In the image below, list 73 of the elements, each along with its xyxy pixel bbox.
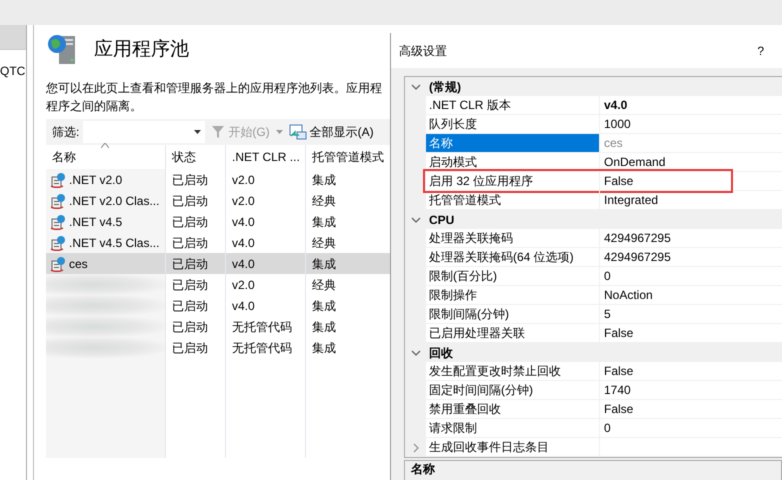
property-label[interactable]: .NET CLR 版本 [426, 96, 600, 115]
app-pool-icon [50, 256, 66, 272]
filter-label: 筛选: [52, 124, 80, 141]
property-value[interactable]: v4.0 [604, 96, 628, 114]
category-label: (常规) [426, 77, 782, 96]
property-label[interactable]: 限制操作 [426, 286, 600, 305]
table-cell: 已启动 [166, 190, 226, 211]
table-cell: 集成 [306, 253, 390, 274]
column-header[interactable]: 状态 [166, 145, 226, 169]
app-pool-icon [50, 172, 66, 188]
table-cell: 已启动 [166, 274, 226, 295]
dropdown-caret-icon [194, 130, 202, 134]
property-value[interactable]: OnDemand [604, 153, 666, 171]
filter-funnel-icon [211, 125, 226, 139]
property-value[interactable]: 0 [604, 419, 611, 437]
property-value[interactable]: 0 [604, 267, 611, 285]
property-value[interactable]: False [604, 172, 634, 190]
property-label[interactable]: 禁用重叠回收 [426, 400, 600, 419]
chevron-icon[interactable] [410, 84, 420, 90]
property-label[interactable]: 处理器关联掩码(64 位选项) [426, 248, 600, 267]
property-label[interactable]: 名称 [426, 134, 600, 153]
property-label[interactable]: 启动模式 [426, 153, 600, 172]
property-label[interactable]: 限制间隔(分钟) [426, 305, 600, 324]
table-cell: v4.0 [226, 211, 306, 232]
property-label[interactable]: 生成回收事件日志条目 [426, 438, 600, 457]
page-title: 应用程序池 [94, 38, 189, 62]
property-value[interactable]: 5 [604, 305, 611, 323]
description-text: 程序之间的隔离。 [46, 98, 143, 115]
app-pool-icon [50, 192, 66, 208]
app-pool-icon [50, 214, 66, 230]
property-label[interactable]: 启用 32 位应用程序 [426, 172, 600, 191]
property-value[interactable]: False [604, 400, 634, 418]
dropdown-caret-icon[interactable] [276, 130, 283, 134]
show-all-button[interactable]: 全部显示(A) [286, 123, 376, 141]
table-cell: 已启动 [166, 295, 226, 316]
table-cell: v4.0 [226, 295, 306, 316]
table-cell: 已启动 [166, 316, 226, 337]
table-cell: v2.0 [226, 169, 306, 190]
chevron-icon[interactable] [410, 216, 420, 222]
table-cell: v4.0 [226, 253, 306, 274]
property-label[interactable]: 发生配置更改时禁止回收 [426, 362, 600, 381]
chevron-icon[interactable] [410, 350, 420, 356]
property-value[interactable]: False [604, 324, 634, 342]
description-title: 名称 [411, 462, 435, 476]
property-value[interactable]: False [604, 362, 634, 380]
property-value[interactable]: Integrated [604, 191, 658, 209]
table-cell: 无托管代码 [226, 316, 306, 337]
table-cell: v2.0 [226, 274, 306, 295]
property-label[interactable]: 处理器关联掩码 [426, 229, 600, 248]
pane-header [0, 25, 26, 50]
property-value[interactable]: ces [604, 134, 623, 152]
table-cell: 已启动 [166, 253, 226, 274]
server-node-label[interactable]: QTC [0, 62, 26, 80]
property-label[interactable]: 固定时间间隔(分钟) [426, 381, 600, 400]
property-value[interactable]: 4294967295 [604, 248, 671, 266]
pool-name[interactable]: ces [69, 254, 88, 272]
column-header[interactable]: .NET CLR ... [226, 145, 306, 169]
category-label: CPU [426, 210, 782, 229]
property-label[interactable]: 请求限制 [426, 419, 600, 438]
description-text: 您可以在此页上查看和管理服务器上的应用程序池列表。应用程 [46, 80, 383, 97]
app-pool-icon [50, 234, 66, 250]
table-cell: 已启动 [166, 169, 226, 190]
category-label: 回收 [426, 343, 782, 362]
help-button[interactable]: ? [755, 42, 766, 60]
property-value[interactable]: NoAction [604, 286, 653, 304]
property-value[interactable]: 1740 [604, 381, 631, 399]
show-all-icon [288, 124, 307, 140]
property-label[interactable]: 限制(百分比) [426, 267, 600, 286]
dialog-title: 高级设置 [399, 42, 447, 60]
property-value[interactable]: 4294967295 [604, 229, 671, 247]
table-cell: 已启动 [166, 211, 226, 232]
property-value[interactable]: 1000 [604, 115, 631, 133]
table-cell: v2.0 [226, 190, 306, 211]
